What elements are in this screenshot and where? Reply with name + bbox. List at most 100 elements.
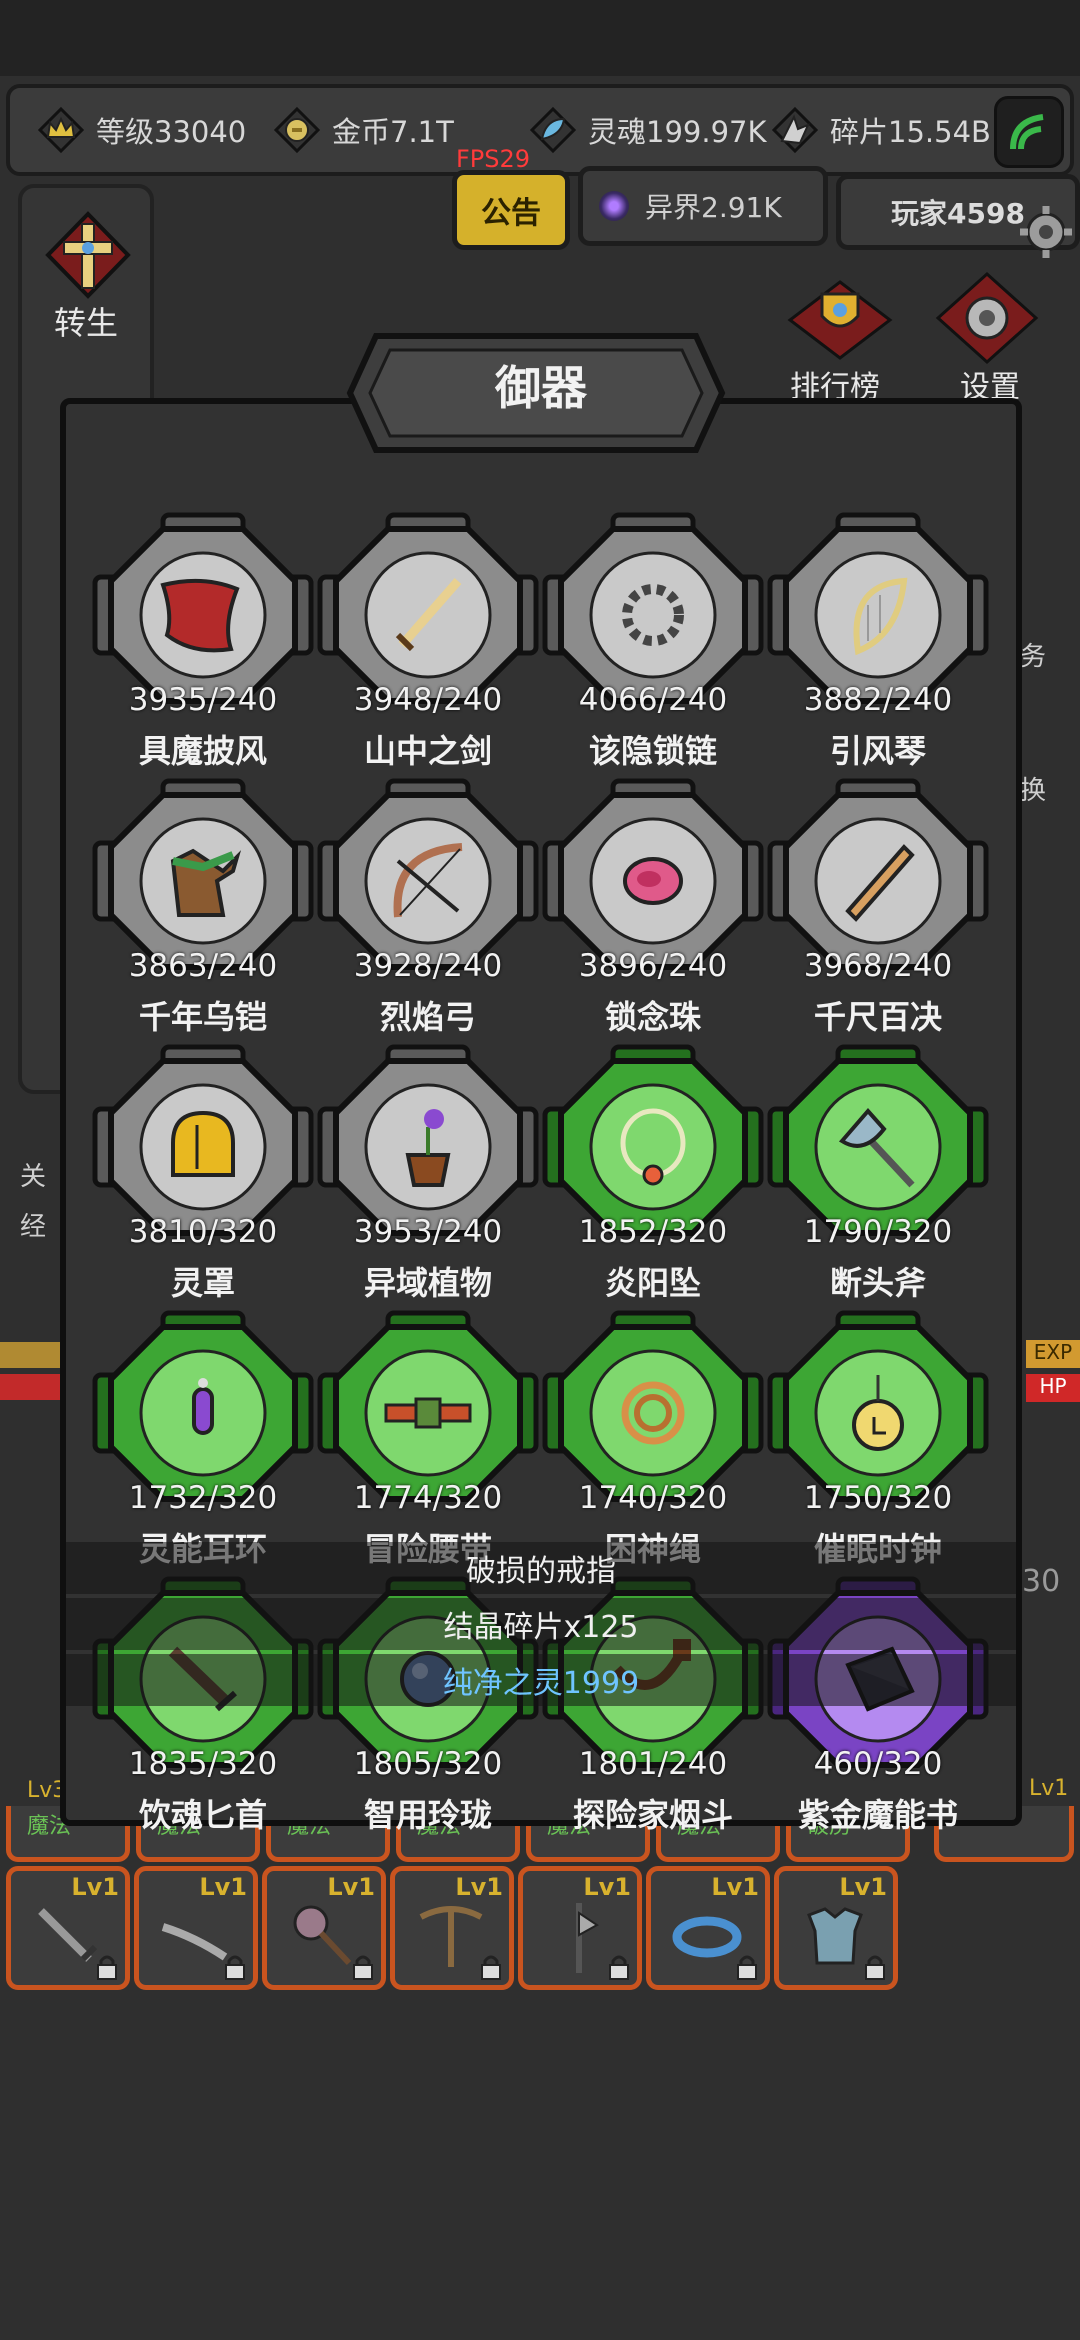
- artifact-name: 山中之剑: [363, 732, 492, 770]
- level-value: 等级33040: [96, 115, 247, 149]
- artifact-count: 1750/320: [803, 1480, 953, 1516]
- exp-label: EXP: [1026, 1340, 1080, 1368]
- weapon-slot-row: Lv1 Lv1 Lv1 Lv1 Lv1 Lv1 Lv1: [6, 1866, 936, 1994]
- artifact-slot[interactable]: 3928/240 烈焰弓: [315, 778, 541, 1044]
- artifact-count: 1790/320: [803, 1214, 953, 1250]
- artifact-name: 探险家烟斗: [572, 1796, 733, 1834]
- artifact-count: 3863/240: [128, 948, 278, 984]
- artifact-count: 1801/240: [578, 1746, 728, 1782]
- artifact-name: 断头斧: [829, 1264, 926, 1302]
- weapon-slot[interactable]: Lv1: [390, 1866, 514, 1990]
- otherworld-value: 异界2.91K: [645, 191, 782, 224]
- otherworld-orb-icon: [599, 191, 629, 221]
- artifact-slot[interactable]: 1740/320困神绳: [540, 1310, 766, 1576]
- lock-icon: [865, 1955, 885, 1980]
- fragment-value: 碎片15.54B: [830, 115, 991, 149]
- top-strip: [0, 0, 1080, 76]
- artifact-slot[interactable]: 1774/320冒险腰带: [315, 1310, 541, 1576]
- artifact-count: 3968/240: [803, 948, 953, 984]
- artifact-slot[interactable]: 1750/320催眠时钟: [765, 1310, 991, 1576]
- soul-resource[interactable]: 灵魂199.97K: [528, 88, 767, 172]
- hp-label: HP: [1026, 1374, 1080, 1402]
- network-signal-button[interactable]: [994, 96, 1064, 168]
- modal-title: 御器: [495, 361, 587, 415]
- artifact-count: 1835/320: [128, 1746, 278, 1782]
- side-text-right-2: 换: [1020, 776, 1047, 806]
- weapon-slot[interactable]: Lv1: [6, 1866, 130, 1990]
- lock-icon: [481, 1955, 501, 1980]
- gear-icon[interactable]: [1018, 204, 1074, 260]
- artifact-slot[interactable]: 3810/320 灵罩: [90, 1044, 316, 1310]
- lock-icon: [353, 1955, 373, 1980]
- artifact-name: 该隐锁链: [588, 732, 717, 770]
- artifact-count: 1805/320: [353, 1746, 503, 1782]
- lock-icon: [225, 1955, 245, 1980]
- artifact-slot[interactable]: 3948/240 山中之剑: [315, 512, 541, 778]
- drop-notifications: 破损的戒指 结晶碎片x125 纯净之灵1999: [66, 1542, 1016, 1708]
- artifact-name: 烈焰弓: [379, 998, 476, 1036]
- artifact-count: 1740/320: [578, 1480, 728, 1516]
- artifact-count: 3896/240: [578, 948, 728, 984]
- artifact-name: 具魔披风: [138, 732, 267, 770]
- hp-bar: [0, 1374, 60, 1400]
- weapon-slot[interactable]: Lv1: [134, 1866, 258, 1990]
- lock-icon: [609, 1955, 629, 1980]
- weapon-slot[interactable]: Lv1: [518, 1866, 642, 1990]
- side-number: 30: [1022, 1564, 1061, 1599]
- artifact-name: 异域植物: [363, 1264, 492, 1302]
- weapon-slot[interactable]: Lv1: [646, 1866, 770, 1990]
- artifact-slot[interactable]: 1790/320 断头斧: [765, 1044, 991, 1310]
- artifact-count: 1774/320: [353, 1480, 503, 1516]
- rebirth-label[interactable]: 转生: [54, 298, 118, 344]
- level-resource[interactable]: 等级33040: [36, 88, 246, 172]
- artifact-name: 饮魂匕首: [138, 1796, 267, 1834]
- artifact-count: 4066/240: [578, 682, 728, 718]
- artifact-count: 1732/320: [128, 1480, 278, 1516]
- artifact-count: 3928/240: [353, 948, 503, 984]
- weapon-slot[interactable]: Lv1: [774, 1866, 898, 1990]
- artifact-slot[interactable]: 3896/240 锁念珠: [540, 778, 766, 1044]
- gold-resource[interactable]: 金币7.1T: [272, 88, 454, 172]
- artifact-count: 3953/240: [353, 1214, 503, 1250]
- lock-icon: [737, 1955, 757, 1980]
- soul-gem-icon: [529, 106, 577, 154]
- cape-icon: [160, 578, 240, 653]
- exp-bar: [0, 1342, 60, 1368]
- settings-gear-icon[interactable]: [930, 270, 1044, 366]
- resource-bar: 等级33040 金币7.1T 灵魂199.97K 碎片15.54B: [6, 84, 1074, 176]
- artifact-slot[interactable]: 3882/240 引风琴: [765, 512, 991, 778]
- artifact-name: 智用玲珑: [363, 1796, 492, 1834]
- artifact-name: 千尺百决: [813, 998, 942, 1036]
- artifact-count: 1852/320: [578, 1214, 728, 1250]
- artifact-count: 3948/240: [353, 682, 503, 718]
- fps-counter: FPS29: [456, 145, 531, 173]
- bell-icon: [171, 1110, 235, 1177]
- signal-icon: [1010, 114, 1044, 150]
- otherworld-counter[interactable]: 异界2.91K: [578, 166, 828, 246]
- drop-message: 纯净之灵1999: [66, 1654, 1016, 1706]
- artifact-slot[interactable]: 1732/320灵能耳环: [90, 1310, 316, 1576]
- artifact-slot[interactable]: 3863/240 千年乌铠: [90, 778, 316, 1044]
- artifact-slot[interactable]: 1852/320 炎阳坠: [540, 1044, 766, 1310]
- artifact-slot[interactable]: 4066/240 该隐锁链: [540, 512, 766, 778]
- weapon-slot[interactable]: Lv1: [262, 1866, 386, 1990]
- artifact-count: 3810/320: [128, 1214, 278, 1250]
- artifact-count: 460/320: [813, 1746, 943, 1782]
- artifact-slot[interactable]: 3953/240 异域植物: [315, 1044, 541, 1310]
- artifact-name: 千年乌铠: [138, 998, 267, 1036]
- artifact-slot[interactable]: 3968/240 千尺百决: [765, 778, 991, 1044]
- level-crown-icon: [37, 106, 85, 154]
- side-text-right-1: 务: [1020, 642, 1047, 672]
- artifact-name: 锁念珠: [604, 998, 701, 1036]
- fragment-resource[interactable]: 碎片15.54B: [770, 88, 991, 172]
- trophy-icon[interactable]: [786, 280, 894, 360]
- lock-icon: [97, 1955, 117, 1980]
- soul-value: 灵魂199.97K: [588, 115, 767, 149]
- notice-button[interactable]: 公告: [452, 170, 570, 250]
- artifact-count: 3935/240: [128, 682, 278, 718]
- bead-icon: [623, 857, 683, 905]
- drop-message: 破损的戒指: [66, 1542, 1016, 1594]
- gold-value: 金币7.1T: [332, 115, 454, 149]
- rebirth-cross-icon[interactable]: [38, 210, 138, 300]
- artifact-slot[interactable]: 3935/240 具魔披风: [90, 512, 316, 778]
